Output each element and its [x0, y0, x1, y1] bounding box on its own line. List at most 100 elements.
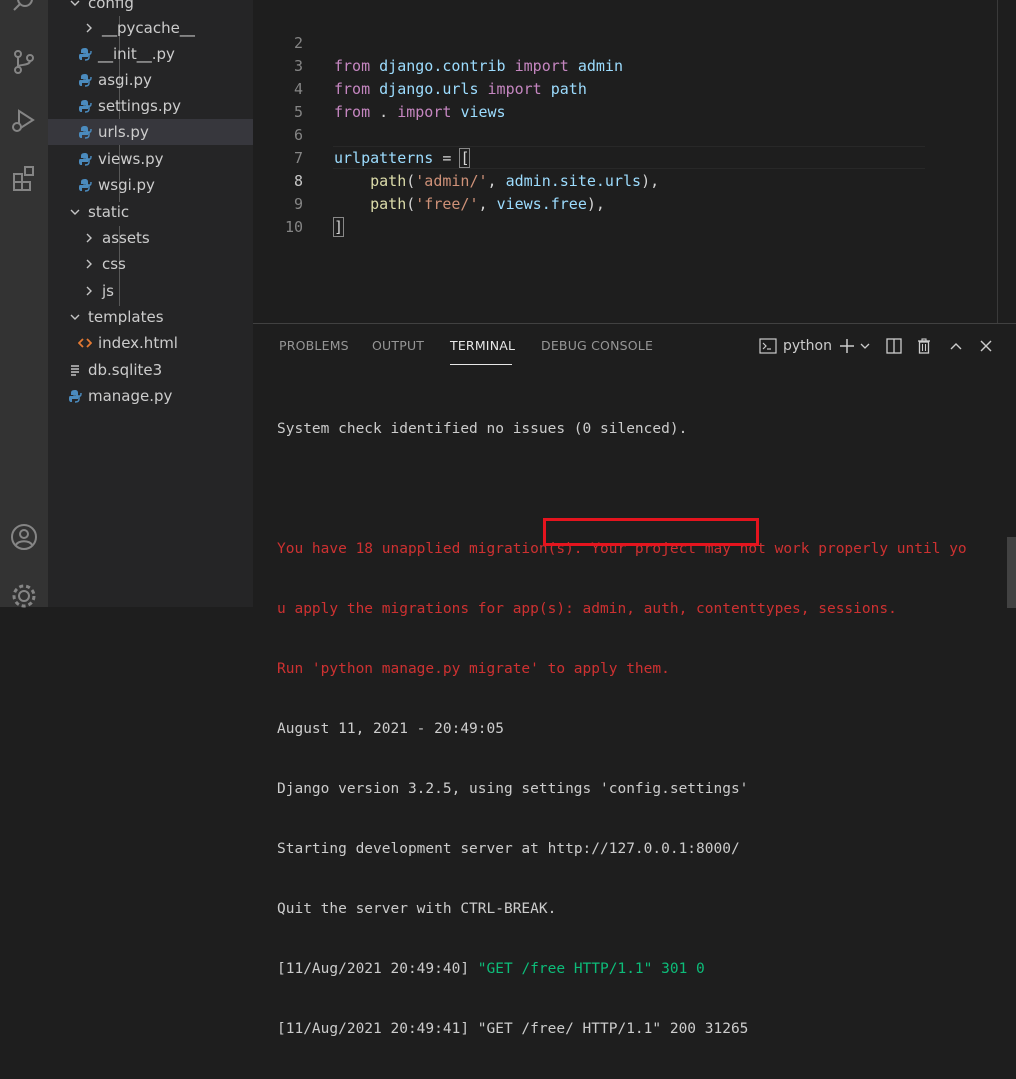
- settings-gear-icon[interactable]: [0, 576, 48, 616]
- terminal-line: August 11, 2021 - 20:49:05: [277, 721, 504, 737]
- tree-label: static: [88, 203, 130, 221]
- account-icon[interactable]: [0, 517, 48, 557]
- activity-bar: [0, 0, 48, 608]
- code-line: 4 from . import views: [253, 55, 1016, 121]
- tree-label: settings.py: [98, 97, 181, 115]
- panel-tabs: PROBLEMS OUTPUT TERMINAL DEBUG CONSOLE p…: [253, 324, 1016, 368]
- tree-file-wsgi[interactable]: wsgi.py: [48, 172, 253, 198]
- log-request: "GET /free HTTP/1.1" 301 0: [477, 961, 705, 977]
- tree-folder-templates[interactable]: templates: [48, 304, 253, 330]
- terminal-log-line: [11/Aug/2021 20:49:41] "GET /free/ HTTP/…: [277, 1021, 749, 1037]
- tree-label: assets: [102, 229, 150, 247]
- extensions-icon[interactable]: [0, 158, 48, 198]
- server-url-link[interactable]: http://127.0.0.1:8000/: [548, 841, 740, 857]
- tree-file-views[interactable]: views.py: [48, 146, 253, 172]
- code-line: 10: [253, 193, 1016, 236]
- tree-label: config: [88, 0, 134, 12]
- tree-file-db-sqlite3[interactable]: db.sqlite3: [48, 357, 253, 383]
- python-file-icon: [78, 99, 92, 113]
- tree-folder-pycache[interactable]: __pycache__: [48, 15, 253, 41]
- terminal-scrollbar[interactable]: [1007, 537, 1016, 608]
- tree-file-init[interactable]: __init__.py: [48, 41, 253, 67]
- terminal-line: Quit the server with CTRL-BREAK.: [277, 901, 557, 917]
- tree-label: manage.py: [88, 387, 173, 405]
- tab-debug-console[interactable]: DEBUG CONSOLE: [541, 338, 653, 353]
- add-terminal-icon[interactable]: [837, 336, 857, 356]
- terminal-name: python: [783, 338, 832, 354]
- tree-label: asgi.py: [98, 71, 152, 89]
- chevron-right-icon: [82, 21, 96, 35]
- terminal-icon: [759, 338, 777, 354]
- tab-output[interactable]: OUTPUT: [372, 338, 424, 353]
- code-line: 5: [253, 78, 1016, 121]
- terminal-selector[interactable]: python: [759, 336, 839, 356]
- tree-label: views.py: [98, 150, 164, 168]
- run-debug-icon[interactable]: [0, 100, 48, 140]
- tree-file-index-html[interactable]: index.html: [48, 330, 253, 356]
- terminal-line: Django version 3.2.5, using settings 'co…: [277, 781, 749, 797]
- tree-folder-static[interactable]: static: [48, 199, 253, 225]
- chevron-right-icon: [82, 257, 96, 271]
- url-highlight-box: [543, 518, 759, 546]
- chevron-down-icon[interactable]: [857, 336, 873, 356]
- chevron-down-icon: [68, 310, 82, 324]
- bracket-match: ]: [332, 217, 345, 237]
- tree-label: templates: [88, 308, 164, 326]
- active-tab-indicator: [450, 364, 512, 365]
- terminal-log-line: [11/Aug/2021 20:49:40] "GET /free HTTP/1…: [277, 959, 1007, 979]
- bottom-panel: PROBLEMS OUTPUT TERMINAL DEBUG CONSOLE p…: [253, 323, 1016, 1037]
- terminal-warning-line: u apply the migrations for app(s): admin…: [277, 601, 897, 617]
- code-line: 9 ]: [253, 170, 1016, 237]
- tree-label: css: [102, 255, 126, 273]
- tab-problems[interactable]: PROBLEMS: [279, 338, 349, 353]
- terminal-line: Starting development server at http://12…: [277, 839, 1007, 859]
- terminal-text: Starting development server at: [277, 841, 548, 857]
- trash-icon[interactable]: [914, 336, 934, 356]
- maximize-panel-icon[interactable]: [946, 336, 966, 356]
- terminal-warning-line: Run 'python manage.py migrate' to apply …: [277, 661, 670, 677]
- tree-file-manage[interactable]: manage.py: [48, 383, 253, 409]
- tree-label: urls.py: [98, 123, 149, 141]
- python-file-icon: [78, 73, 92, 87]
- tree-label: index.html: [98, 334, 178, 352]
- terminal-output[interactable]: System check identified no issues (0 sil…: [277, 379, 1007, 1079]
- database-file-icon: [68, 363, 82, 377]
- html-file-icon: [78, 336, 92, 350]
- chevron-down-icon: [68, 205, 82, 219]
- tree-folder-js[interactable]: js: [48, 278, 253, 304]
- tree-folder-assets[interactable]: assets: [48, 225, 253, 251]
- chevron-right-icon: [82, 231, 96, 245]
- code-line: 2 from django.contrib import admin: [253, 9, 1016, 75]
- code-line: 6 urlpatterns = [: [253, 101, 1016, 168]
- tree-file-settings[interactable]: settings.py: [48, 93, 253, 119]
- python-file-icon: [78, 178, 92, 192]
- explorer-sidebar: config __pycache__ __init__.py asgi.py s…: [48, 0, 253, 607]
- tree-folder-css[interactable]: css: [48, 251, 253, 277]
- terminal-line: System check identified no issues (0 sil…: [277, 421, 688, 437]
- search-icon[interactable]: [0, 0, 48, 22]
- python-file-icon: [68, 389, 82, 403]
- log-timestamp: [11/Aug/2021 20:49:40]: [277, 961, 478, 977]
- code-line: 3 from django.urls import path: [253, 32, 1016, 98]
- tree-label: wsgi.py: [98, 176, 155, 194]
- code-line-active: 8 path('free/', views.free),: [253, 147, 1016, 213]
- tree-label: js: [102, 282, 114, 300]
- tree-label: __pycache__: [102, 19, 195, 37]
- python-file-icon: [78, 125, 92, 139]
- tab-terminal[interactable]: TERMINAL: [450, 338, 515, 353]
- split-terminal-icon[interactable]: [884, 336, 904, 356]
- code-line: 7 path('admin/', admin.site.urls),: [253, 124, 1016, 190]
- tree-label: db.sqlite3: [88, 361, 163, 379]
- chevron-down-icon: [68, 0, 82, 10]
- tree-label: __init__.py: [98, 45, 175, 63]
- tree-folder-config[interactable]: config: [48, 0, 253, 16]
- python-file-icon: [78, 152, 92, 166]
- python-file-icon: [78, 47, 92, 61]
- tree-file-urls[interactable]: urls.py: [48, 119, 253, 145]
- code-editor[interactable]: 2 from django.contrib import admin 3 fro…: [253, 0, 1016, 323]
- line-number: 10: [284, 218, 303, 236]
- source-control-icon[interactable]: [0, 42, 48, 82]
- tree-file-asgi[interactable]: asgi.py: [48, 67, 253, 93]
- close-panel-icon[interactable]: [976, 336, 996, 356]
